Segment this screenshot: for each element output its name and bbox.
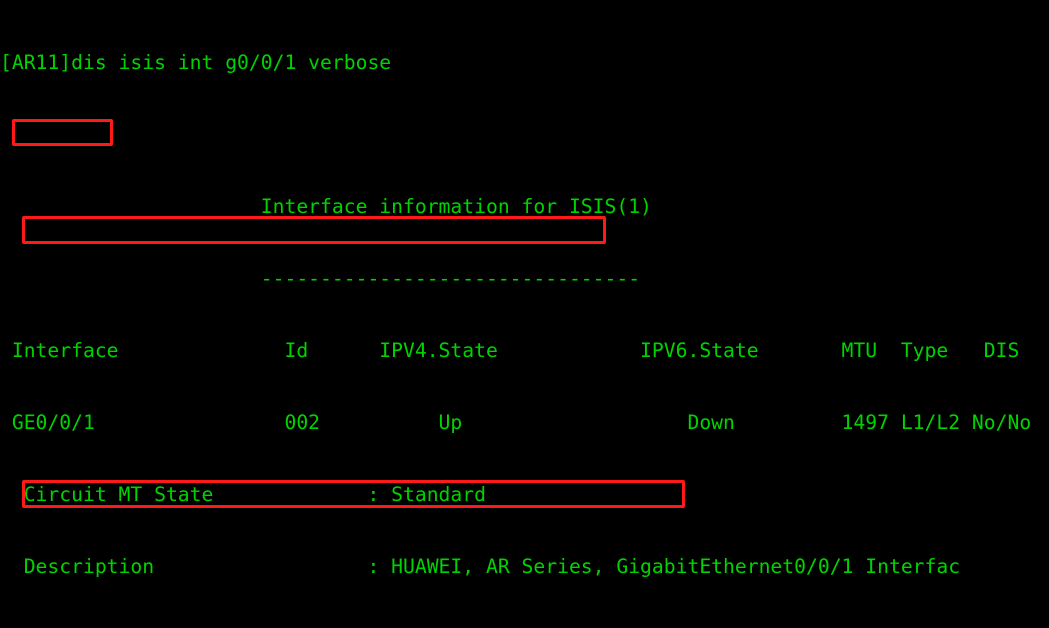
- detail-row: Circuit MT State : Standard: [0, 483, 486, 506]
- terminal-output[interactable]: [AR11]dis isis int g0/0/1 verbose Interf…: [0, 3, 1049, 628]
- table-column-header: Interface Id IPV4.State IPV6.State MTU T…: [0, 339, 1020, 362]
- command-prompt-line: [AR11]dis isis int g0/0/1 verbose: [0, 51, 392, 74]
- blank-line-1: [0, 123, 1049, 147]
- detail-row: Description : HUAWEI, AR Series, Gigabit…: [0, 555, 961, 578]
- interface-summary-row: GE0/0/1 002 Up Down 1497 L1/L2 No/No: [0, 411, 1032, 434]
- terminal-window[interactable]: [AR11]dis isis int g0/0/1 verbose Interf…: [0, 0, 1049, 628]
- table-rule-line: --------------------------------: [0, 267, 641, 290]
- table-title-line: Interface information for ISIS(1): [0, 195, 652, 218]
